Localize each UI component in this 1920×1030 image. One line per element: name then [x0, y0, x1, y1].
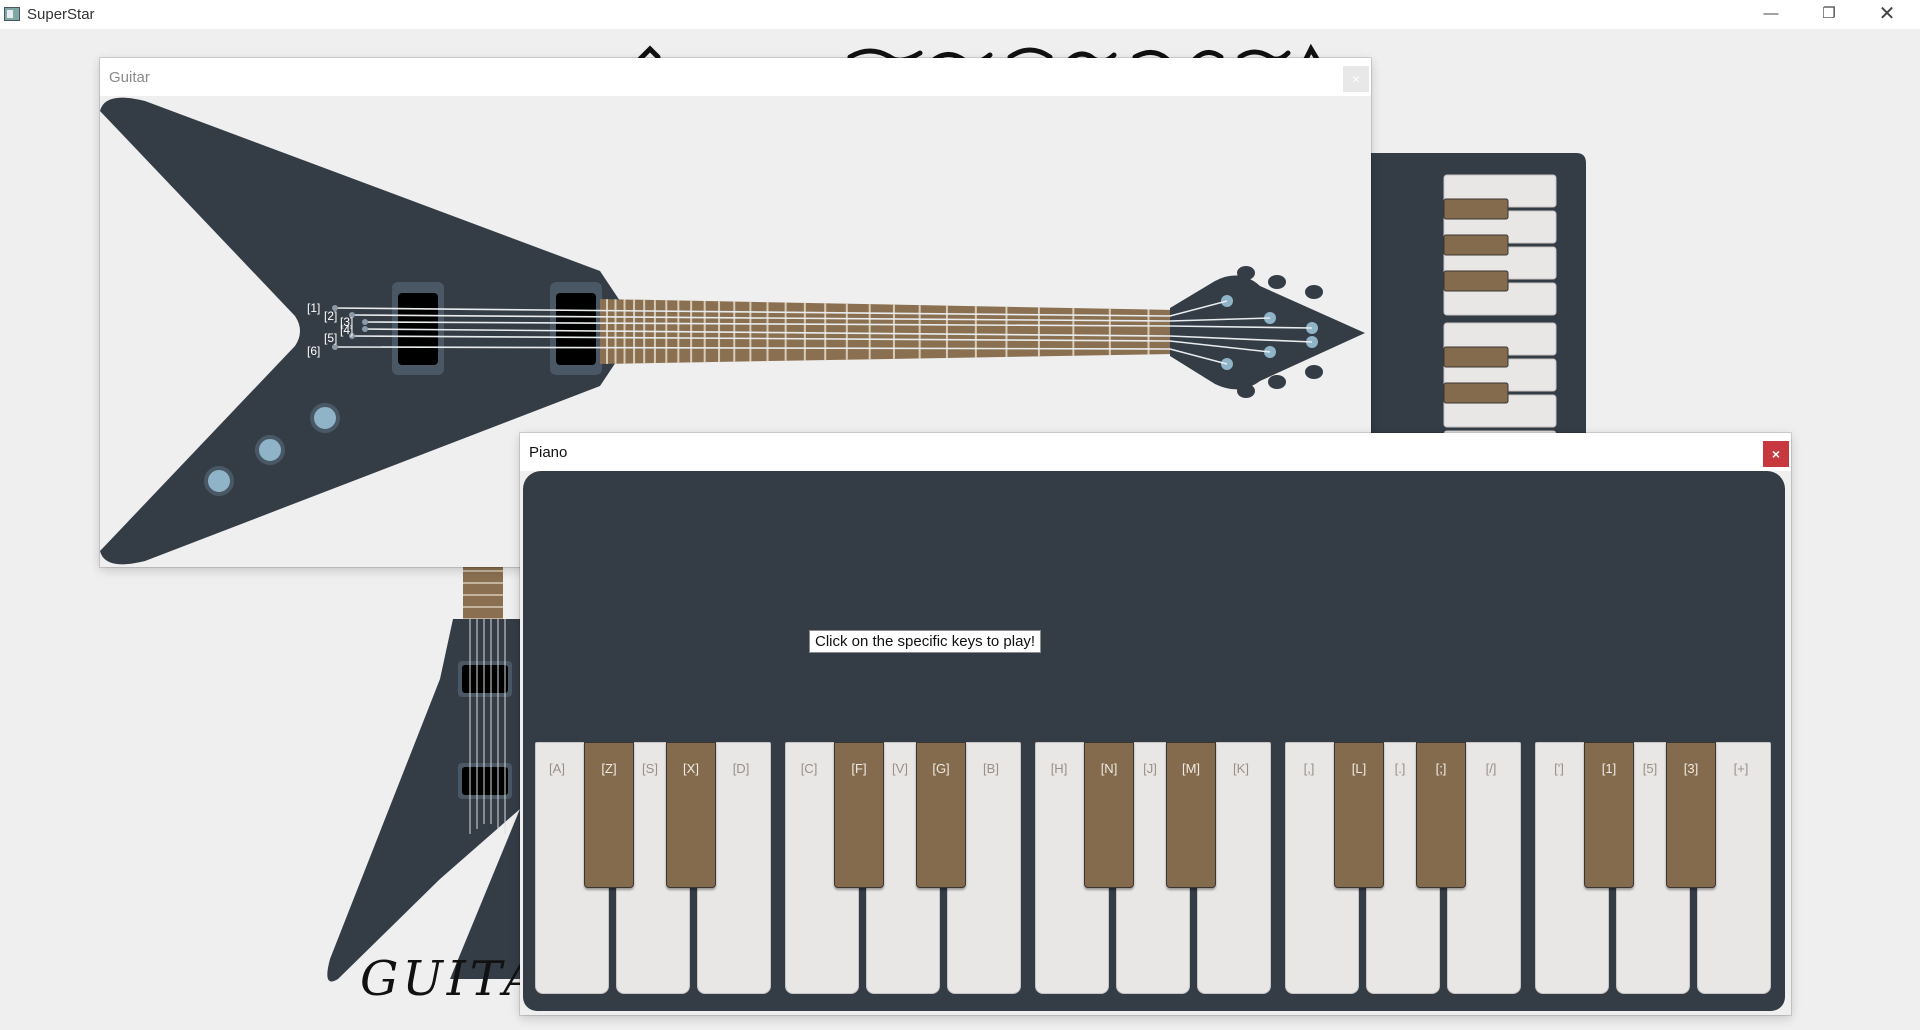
close-button[interactable]: ✕ [1858, 0, 1916, 29]
key-label: [A] [549, 761, 565, 776]
key-label: [X] [683, 761, 699, 776]
knob-tone [255, 435, 285, 465]
key-label: ['] [1554, 761, 1564, 776]
piano-window-title: Piano [529, 444, 568, 461]
piano-window-titlebar: Piano × [520, 433, 1791, 471]
key-label: [+] [1733, 761, 1749, 776]
string-label-1[interactable]: [1] [307, 301, 320, 315]
key-label: [/] [1485, 761, 1497, 776]
app-icon [4, 7, 20, 21]
key-label: [M] [1181, 761, 1201, 776]
key-label: [Z] [601, 761, 617, 776]
guitar-window-titlebar: Guitar × [100, 58, 1371, 96]
app-canvas: GUITAR Guitar × [1] [2] [3] [4] [5] [6] … [0, 29, 1920, 1030]
key-label: [H] [1050, 761, 1068, 776]
key-label: [K] [1233, 761, 1249, 776]
minimize-button[interactable]: — [1742, 0, 1800, 29]
key-label: [.] [1394, 761, 1406, 776]
key-label: [F] [851, 761, 867, 776]
key-label: [G] [932, 761, 950, 776]
key-label: [L] [1351, 761, 1367, 776]
key-label: [J] [1143, 761, 1157, 776]
key-label: [,] [1303, 761, 1315, 776]
piano-artwork-background [1371, 153, 1586, 443]
key-label: [3] [1683, 761, 1699, 776]
maximize-button[interactable]: ❐ [1800, 0, 1858, 29]
headstock [1170, 275, 1365, 390]
piano-hint-tooltip: Click on the specific keys to play! [809, 630, 1042, 653]
key-label: [B] [983, 761, 999, 776]
piano-close-button[interactable]: × [1763, 441, 1789, 467]
knob-selector [204, 466, 234, 496]
guitar-window-title: Guitar [109, 69, 150, 86]
string-label-5[interactable]: [5] [324, 331, 337, 345]
key-label: [5] [1642, 761, 1658, 776]
key-label: [1] [1601, 761, 1617, 776]
knob-volume [310, 403, 340, 433]
guitar-artwork-background [327, 559, 550, 982]
key-label: [C] [800, 761, 818, 776]
key-label: [N] [1100, 761, 1118, 776]
string-label-2[interactable]: [2] [324, 309, 337, 323]
string-label-4[interactable]: [4] [340, 323, 353, 337]
app-title: SuperStar [27, 6, 95, 23]
pickup-neck [392, 282, 444, 375]
key-label: [V] [892, 761, 908, 776]
key-label: [D] [732, 761, 750, 776]
title-bar: SuperStar — ❐ ✕ [0, 0, 1920, 29]
key-label: [;] [1435, 761, 1447, 776]
key-label: [S] [642, 761, 658, 776]
pickup-bridge [550, 282, 602, 375]
string-label-6[interactable]: [6] [307, 344, 320, 358]
piano-window: Piano × Click on the specific keys to pl… [520, 433, 1791, 1015]
piano-body: Click on the specific keys to play! [A] … [523, 471, 1785, 1011]
guitar-close-button[interactable]: × [1343, 66, 1369, 92]
